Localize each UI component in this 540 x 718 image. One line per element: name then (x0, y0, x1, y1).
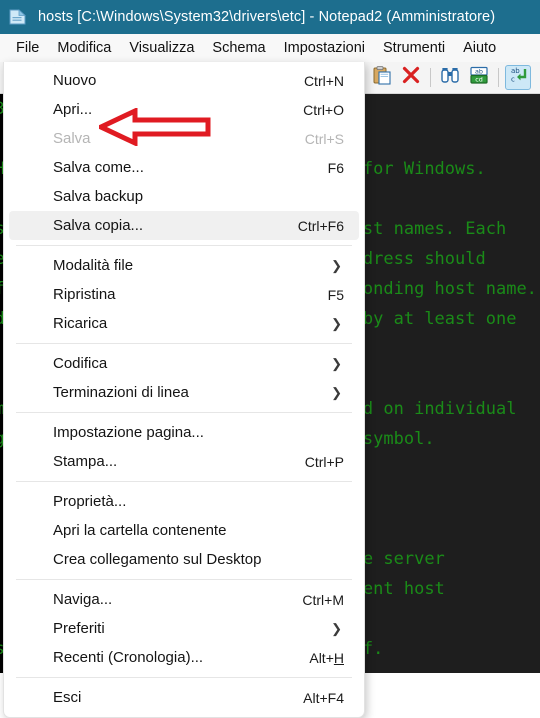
chevron-right-icon: ❯ (331, 316, 342, 331)
menu-separator (16, 412, 352, 413)
file-menu-popup[interactable]: Nuovo Ctrl+N Apri... Ctrl+O Salva Ctrl+S Salva… (3, 62, 365, 718)
svg-text:cd: cd (475, 76, 483, 84)
svg-text:ab: ab (511, 67, 520, 75)
find-next-button[interactable]: ab cd (466, 65, 492, 90)
menu-item-stampa[interactable]: Stampa... Ctrl+P (9, 447, 359, 476)
paste-button[interactable] (369, 65, 395, 90)
chevron-right-icon: ❯ (331, 621, 342, 636)
menu-item-label: Recenti (Cronologia)... (53, 649, 204, 666)
menu-item-shortcut: F5 (327, 286, 344, 303)
menubar-item-impostazioni[interactable]: Impostazioni (275, 37, 374, 60)
paste-icon (372, 65, 392, 90)
chevron-right-icon: ❯ (331, 356, 342, 371)
menu-item-propriet[interactable]: Proprietà... (9, 487, 359, 516)
menu-separator (16, 677, 352, 678)
toolbar-separator (498, 68, 499, 87)
menu-item-nuovo[interactable]: Nuovo Ctrl+N (9, 66, 359, 95)
menu-separator (16, 343, 352, 344)
menu-separator (16, 245, 352, 246)
menu-item-salva-backup[interactable]: Salva backup (9, 182, 359, 211)
menu-item-shortcut: F6 (327, 159, 344, 176)
menu-item-label: Proprietà... (53, 493, 127, 510)
menu-item-label: Preferiti (53, 620, 105, 637)
menu-separator (16, 481, 352, 482)
menubar-item-strumenti[interactable]: Strumenti (374, 37, 454, 60)
menubar-item-visualizza[interactable]: Visualizza (120, 37, 203, 60)
replace-icon: ab c (508, 65, 528, 90)
menu-item-label: Naviga... (53, 591, 113, 608)
menu-item-label: Modalità file (53, 257, 134, 274)
menu-item-label: Apri la cartella contenente (53, 522, 227, 539)
menu-item-label: Crea collegamento sul Desktop (53, 551, 262, 568)
menu-item-label: Salva copia... (53, 217, 144, 234)
menu-item-shortcut: Ctrl+P (304, 453, 344, 470)
menubar-item-modifica[interactable]: Modifica (48, 37, 120, 60)
chevron-right-icon: ❯ (331, 385, 342, 400)
menu-item-label: Impostazione pagina... (53, 424, 204, 441)
svg-text:c: c (511, 76, 515, 84)
menu-item-salva-copia[interactable]: Salva copia... Ctrl+F6 (9, 211, 359, 240)
document-icon (7, 6, 29, 28)
menu-item-label: Salva (53, 130, 91, 147)
title-bar: hosts [C:\Windows\System32\drivers\etc] … (0, 0, 540, 34)
chevron-right-icon: ❯ (331, 258, 342, 273)
menu-item-codifica[interactable]: Codifica ❯ (9, 349, 359, 378)
find-button[interactable] (437, 65, 463, 90)
menu-item-label: Stampa... (53, 453, 118, 470)
menu-item-shortcut: Ctrl+S (304, 130, 344, 147)
menu-item-label: Salva come... (53, 159, 144, 176)
menu-item-apri-la-cartella-contenente[interactable]: Apri la cartella contenente (9, 516, 359, 545)
menu-item-esci[interactable]: Esci Alt+F4 (9, 683, 359, 712)
notepad2-window: hosts [C:\Windows\System32\drivers\etc] … (0, 0, 540, 718)
menu-item-shortcut: Ctrl+M (302, 591, 344, 608)
menu-item-label: Codifica (53, 355, 108, 372)
menu-item-ripristina[interactable]: Ripristina F5 (9, 280, 359, 309)
toolbar-separator (430, 68, 431, 87)
menu-item-shortcut: Alt+F4 (303, 689, 344, 706)
menu-item-shortcut: Alt+H (309, 649, 344, 666)
menu-item-crea-collegamento-sul-desktop[interactable]: Crea collegamento sul Desktop (9, 545, 359, 574)
menu-item-label: Esci (53, 689, 82, 706)
menu-bar[interactable]: File Modifica Visualizza Schema Impostazioni… (0, 34, 540, 62)
menu-item-shortcut: Ctrl+F6 (297, 217, 344, 234)
menu-item-modalit-file[interactable]: Modalità file ❯ (9, 251, 359, 280)
menubar-item-aiuto[interactable]: Aiuto (454, 37, 505, 60)
menu-item-label: Ricarica (53, 315, 108, 332)
menu-item-label: Apri... (53, 101, 93, 118)
window-title: hosts [C:\Windows\System32\drivers\etc] … (38, 9, 496, 25)
menu-item-label: Terminazioni di linea (53, 384, 189, 401)
svg-text:ab: ab (475, 68, 483, 76)
delete-button[interactable] (398, 65, 424, 90)
menubar-item-file[interactable]: File (7, 37, 48, 60)
menu-item-preferiti[interactable]: Preferiti ❯ (9, 614, 359, 643)
menu-item-naviga[interactable]: Naviga... Ctrl+M (9, 585, 359, 614)
menubar-item-schema[interactable]: Schema (203, 37, 274, 60)
menu-item-ricarica[interactable]: Ricarica ❯ (9, 309, 359, 338)
menu-item-salva: Salva Ctrl+S (9, 124, 359, 153)
menu-item-salva-come[interactable]: Salva come... F6 (9, 153, 359, 182)
menu-item-shortcut: Ctrl+N (303, 72, 344, 89)
toolbar-button-strip: ab cd ab c (366, 62, 531, 93)
menu-item-label: Ripristina (53, 286, 116, 303)
menu-item-label: Nuovo (53, 72, 97, 89)
menu-item-recenti-cronologia[interactable]: Recenti (Cronologia)... Alt+H (9, 643, 359, 672)
delete-x-icon (401, 65, 421, 90)
menu-item-apri[interactable]: Apri... Ctrl+O (9, 95, 359, 124)
menu-item-terminazioni-di-linea[interactable]: Terminazioni di linea ❯ (9, 378, 359, 407)
menu-item-impostazione-pagina[interactable]: Impostazione pagina... (9, 418, 359, 447)
find-binoculars-icon (440, 65, 460, 90)
find-next-icon: ab cd (469, 65, 489, 90)
menu-separator (16, 579, 352, 580)
menu-item-shortcut: Ctrl+O (303, 101, 344, 118)
menu-item-label: Salva backup (53, 188, 144, 205)
replace-button[interactable]: ab c (505, 65, 531, 90)
